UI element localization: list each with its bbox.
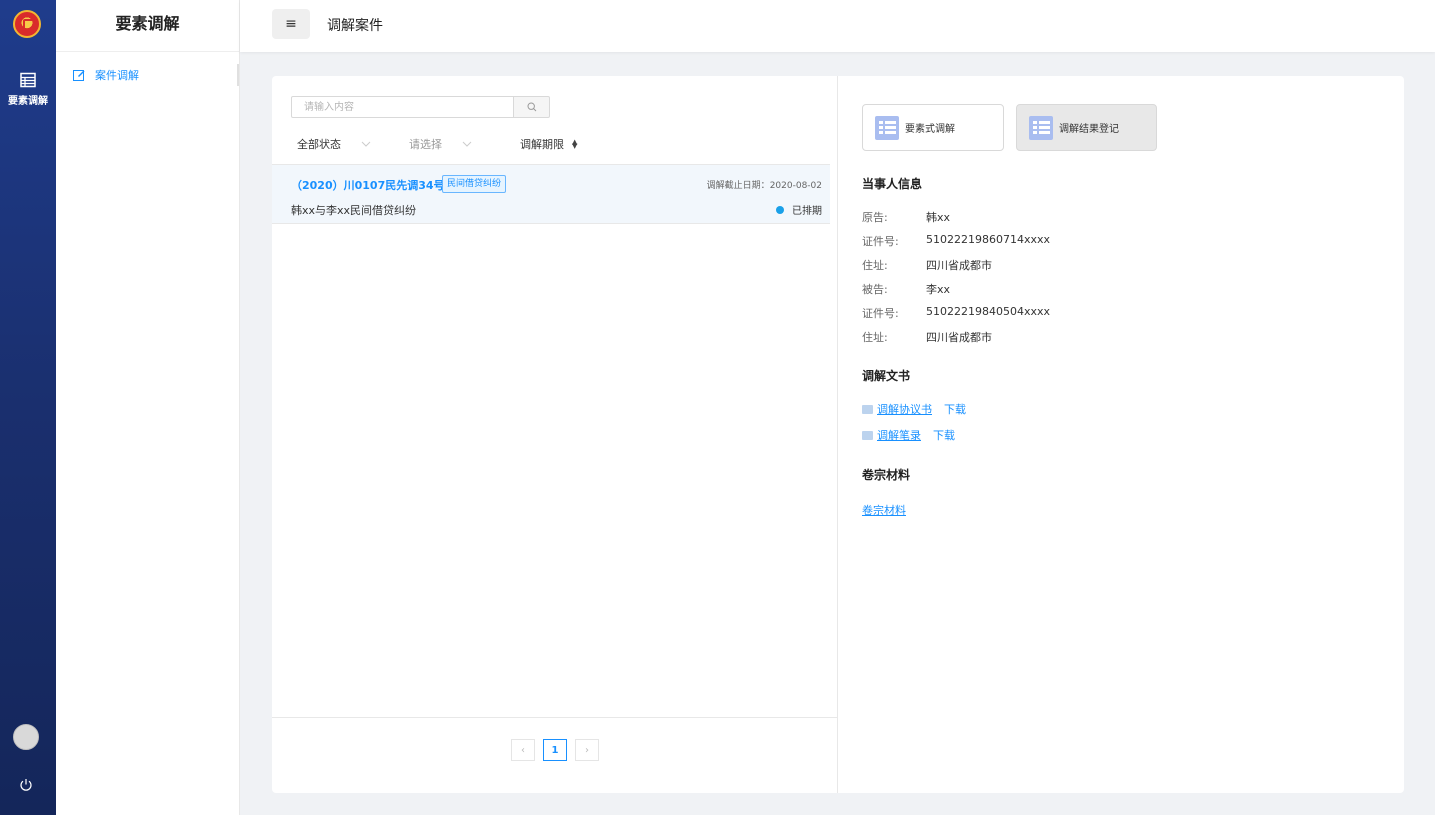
category-filter-dropdown[interactable]: 请选择 <box>409 136 472 152</box>
party-info-value: 四川省成都市 <box>926 259 992 272</box>
party-info-row: 住址: 四川省成都市 <box>862 329 992 345</box>
doc-link-record[interactable]: 调解笔录 <box>877 427 921 443</box>
doc-download-link[interactable]: 下载 <box>933 427 955 443</box>
element-mediation-button[interactable]: 要素式调解 <box>862 104 1004 151</box>
list-icon <box>875 115 899 140</box>
power-icon[interactable] <box>19 778 33 792</box>
sidebar-title: 要素调解 <box>56 0 239 52</box>
rail-nav-element-mediation[interactable]: 要素调解 <box>0 66 56 118</box>
case-status: 已排期 <box>776 202 822 217</box>
court-emblem-logo <box>13 10 41 38</box>
deadline-sort-toggle[interactable]: 调解期限 ▲ ▼ <box>520 136 577 152</box>
chevron-down-icon <box>361 141 371 147</box>
top-header: ≡ 调解案件 <box>240 0 1435 52</box>
party-info-key: 被告: <box>862 283 888 296</box>
case-type-tag: 民间借贷纠纷 <box>442 175 507 193</box>
page-title: 调解案件 <box>327 18 383 34</box>
user-avatar[interactable] <box>13 724 39 750</box>
document-icon <box>862 404 873 414</box>
case-detail-panel: 要素式调解 调解结果登记 当事人信息 原告: 韩xx 证件号: 51022219… <box>838 76 1404 793</box>
result-register-button[interactable]: 调解结果登记 <box>1016 104 1157 151</box>
sidebar-item-case-mediation[interactable]: 案件调解 <box>56 64 239 86</box>
party-info-row: 原告: 韩xx <box>862 209 950 225</box>
main-card: 全部状态 请选择 调解期限 ▲▼ （2020）川0107民先调34号 民间借贷纠… <box>272 76 1404 793</box>
hamburger-icon: ≡ <box>285 16 297 32</box>
party-info-key: 住址: <box>862 331 888 344</box>
sidebar-item-label: 案件调解 <box>95 69 139 82</box>
menu-toggle-button[interactable]: ≡ <box>272 9 310 39</box>
case-list-item[interactable]: （2020）川0107民先调34号 民间借贷纠纷 调解截止日期：2020-08-… <box>272 164 830 224</box>
party-info-value: 韩xx <box>926 211 951 224</box>
next-page-button[interactable]: › <box>575 739 599 761</box>
party-info-row: 住址: 四川省成都市 <box>862 257 992 273</box>
party-info-key: 证件号: <box>862 307 899 320</box>
status-text: 已排期 <box>792 206 822 217</box>
search-bar <box>291 96 550 118</box>
category-filter-placeholder: 请选择 <box>409 138 442 151</box>
app-rail: 要素调解 <box>0 0 56 815</box>
materials-section-title: 卷宗材料 <box>862 468 911 482</box>
search-button[interactable] <box>514 96 550 118</box>
docs-section-title: 调解文书 <box>862 369 911 383</box>
sort-label: 调解期限 <box>520 138 564 151</box>
status-filter-value: 全部状态 <box>297 138 341 151</box>
search-input[interactable] <box>291 96 514 118</box>
list-icon <box>1029 115 1053 140</box>
prev-page-button[interactable]: ‹ <box>511 739 535 761</box>
doc-link-agreement[interactable]: 调解协议书 <box>877 401 932 417</box>
case-deadline: 调解截止日期：2020-08-02 <box>707 178 822 191</box>
case-list-panel: 全部状态 请选择 调解期限 ▲▼ （2020）川0107民先调34号 民间借贷纠… <box>272 76 838 793</box>
party-info-value: 李xx <box>926 283 951 296</box>
doc-row: 调解协议书 下载 <box>862 401 966 417</box>
party-info-title: 当事人信息 <box>862 177 923 191</box>
table-list-icon <box>20 72 36 88</box>
case-materials-link[interactable]: 卷宗材料 <box>862 502 906 518</box>
edit-icon <box>73 70 85 81</box>
party-info-row: 证件号: 51022219860714xxxx <box>862 233 1050 249</box>
deadline-value: 2020-08-02 <box>769 181 822 191</box>
doc-download-link[interactable]: 下载 <box>944 401 966 417</box>
status-filter-dropdown[interactable]: 全部状态 <box>297 136 371 152</box>
status-dot-icon <box>776 205 784 214</box>
case-number: （2020）川0107民先调34号 <box>291 179 445 192</box>
sidebar: 要素调解 案件调解 <box>56 0 240 815</box>
party-info-row: 证件号: 51022219840504xxxx <box>862 305 1050 321</box>
pager-divider <box>272 717 837 718</box>
search-icon <box>526 102 536 112</box>
party-info-value: 51022219860714xxxx <box>926 233 1051 246</box>
document-icon <box>862 430 873 440</box>
case-title: 韩xx与李xx民间借贷纠纷 <box>291 204 417 217</box>
doc-row: 调解笔录 下载 <box>862 427 955 443</box>
chevron-down-icon <box>462 141 472 147</box>
result-register-label: 调解结果登记 <box>1059 124 1119 135</box>
party-info-value: 四川省成都市 <box>926 331 992 344</box>
rail-nav-label: 要素调解 <box>8 96 48 107</box>
page-number-button[interactable]: 1 <box>543 739 567 761</box>
party-info-key: 住址: <box>862 259 888 272</box>
chevron-left-icon: ‹ <box>521 744 525 756</box>
pagination: ‹ 1 › <box>511 739 599 761</box>
party-info-key: 原告: <box>862 211 888 224</box>
party-info-value: 51022219840504xxxx <box>926 305 1051 318</box>
sort-icon: ▲ ▼ <box>572 138 578 150</box>
party-info-key: 证件号: <box>862 235 899 248</box>
chevron-right-icon: › <box>585 744 589 756</box>
deadline-label: 调解截止日期： <box>706 181 770 191</box>
element-mediation-label: 要素式调解 <box>905 124 955 135</box>
party-info-row: 被告: 李xx <box>862 281 950 297</box>
